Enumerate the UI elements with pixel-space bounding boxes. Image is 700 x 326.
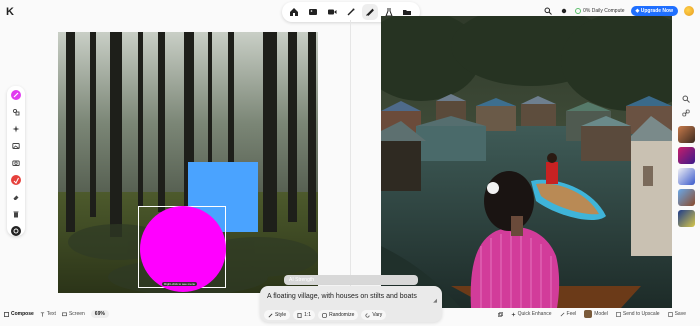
quick-enhance-label: Quick Enhance <box>517 311 552 317</box>
bottom-right-toolbar: Quick Enhance Feel Model Send to Upscale… <box>497 310 686 318</box>
text-label: Text <box>46 311 56 317</box>
right-sidebar <box>677 94 695 229</box>
compose-label: Compose <box>11 311 34 317</box>
zoom-level[interactable]: 69% <box>90 310 109 318</box>
drawing-canvas[interactable]: Right-click to see menu <box>58 32 318 293</box>
send-to-upscale-button[interactable]: Send to Upscale <box>616 311 660 317</box>
layers-icon[interactable] <box>11 226 21 236</box>
user-avatar[interactable] <box>684 6 694 16</box>
ai-strength-label: AI Strength <box>289 277 315 283</box>
screen-label: Screen <box>68 311 85 317</box>
left-toolbar <box>7 86 25 236</box>
trash-icon[interactable] <box>11 209 21 219</box>
feel-label: Feel <box>566 311 577 317</box>
compose-icon <box>4 311 9 317</box>
dice-icon <box>322 312 327 318</box>
aspect-ratio-icon <box>297 312 302 318</box>
save-label: Save <box>674 311 686 317</box>
history-thumbnail[interactable] <box>677 147 695 164</box>
image-icon[interactable] <box>305 4 321 20</box>
upscale-icon <box>616 311 621 317</box>
zoom-icon[interactable] <box>681 94 691 104</box>
style-icon <box>268 313 273 317</box>
aspect-ratio-button[interactable]: 1:1 <box>293 310 316 320</box>
shapes-tool-icon[interactable] <box>11 107 21 117</box>
history-thumbnail[interactable] <box>677 126 695 143</box>
screen-mode-button[interactable]: Screen <box>62 311 85 317</box>
style-button[interactable]: Style <box>264 310 291 320</box>
copy-button[interactable] <box>497 311 503 317</box>
style-label: Style <box>275 312 287 318</box>
refresh-icon <box>365 313 370 317</box>
model-label: Model <box>594 311 608 317</box>
save-icon <box>667 311 673 317</box>
compute-ring-icon <box>575 8 582 14</box>
eraser-icon[interactable] <box>11 192 21 202</box>
history-thumbnail[interactable] <box>677 189 695 206</box>
text-mode-button[interactable]: Text <box>40 311 56 317</box>
ai-strength-slider[interactable]: AI Strength <box>284 275 418 285</box>
quick-enhance-button[interactable]: Quick Enhance <box>510 311 552 317</box>
edit-icon[interactable] <box>343 4 359 20</box>
home-icon[interactable] <box>286 4 302 20</box>
ai-sparkle-icon[interactable] <box>11 124 21 134</box>
text-icon <box>40 312 44 317</box>
wand-icon <box>560 312 564 316</box>
upgrade-label: Upgrade Now <box>640 8 673 14</box>
theme-toggle-icon[interactable] <box>559 6 569 16</box>
save-button[interactable]: Save <box>667 311 686 317</box>
brush-tool-icon[interactable] <box>11 90 21 100</box>
bottom-left-toolbar: Compose Text Screen 69% <box>4 310 109 318</box>
send-to-upscale-label: Send to Upscale <box>622 311 660 317</box>
prompt-box: A floating village, with houses on stilt… <box>260 286 442 322</box>
compose-mode-button[interactable]: Compose <box>4 311 34 317</box>
daily-compute-status[interactable]: 0% Daily Compute <box>575 8 625 14</box>
model-button[interactable]: Model <box>584 310 608 318</box>
aspect-ratio-label: 1:1 <box>304 312 312 318</box>
video-icon[interactable] <box>324 4 340 20</box>
search-icon[interactable] <box>543 6 553 16</box>
prompt-input[interactable]: A floating village, with houses on stilt… <box>267 292 433 302</box>
screen-icon <box>62 312 67 316</box>
image-upload-icon[interactable] <box>11 141 21 151</box>
randomize-label: Randomize <box>329 312 355 318</box>
compute-label: 0% Daily Compute <box>583 8 625 14</box>
history-thumbnail[interactable] <box>677 168 695 185</box>
model-thumbnail <box>584 310 593 318</box>
floating-village-image <box>381 16 672 308</box>
diamond-icon: ◆ <box>635 8 640 14</box>
panel-divider <box>350 20 351 290</box>
vary-button[interactable]: Vary <box>361 310 387 320</box>
vary-label: Vary <box>372 312 383 318</box>
sparkle-icon <box>510 311 516 317</box>
history-thumbnail[interactable] <box>677 210 695 227</box>
krea-logo[interactable]: K <box>6 6 18 18</box>
color-picker-icon[interactable] <box>11 175 21 185</box>
magenta-circle-shape[interactable] <box>140 206 226 292</box>
randomize-button[interactable]: Randomize <box>318 310 359 320</box>
camera-icon[interactable] <box>11 158 21 168</box>
link-icon[interactable] <box>681 108 691 118</box>
upgrade-button[interactable]: ◆ Upgrade Now <box>630 6 678 16</box>
realtime-canvas-icon[interactable] <box>361 4 378 20</box>
resize-handle-icon[interactable]: ◢ <box>433 298 437 304</box>
shape-context-label: Right-click to see menu <box>162 282 198 286</box>
feel-button[interactable]: Feel <box>560 311 577 317</box>
generated-image[interactable] <box>381 16 672 308</box>
copy-icon <box>497 311 503 317</box>
